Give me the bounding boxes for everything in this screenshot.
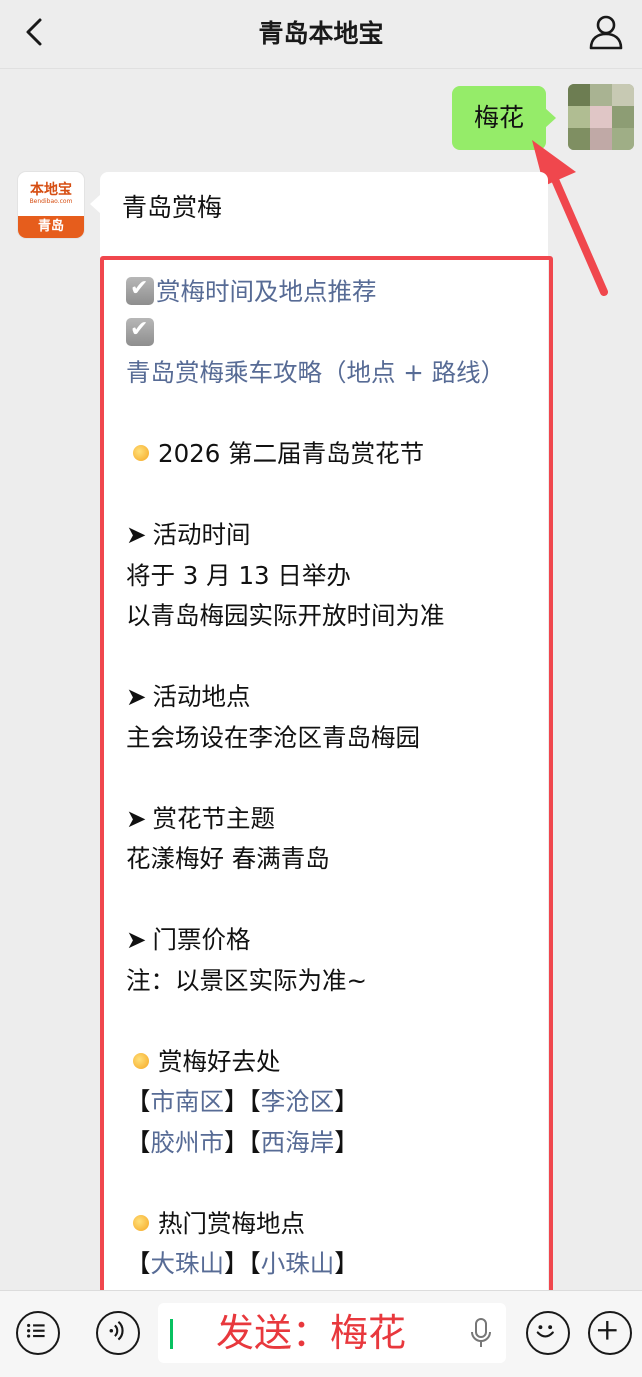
plus-icon — [597, 1320, 617, 1340]
emoji-button[interactable] — [526, 1311, 570, 1355]
district-links-row: 【市南区】【李沧区】 — [126, 1087, 359, 1116]
sun-icon — [126, 1208, 156, 1238]
input-value: 发送：梅花 — [216, 1311, 407, 1355]
arrowhead-icon: ➤ — [126, 925, 147, 954]
sun-icon — [126, 438, 156, 468]
section-heading: 热门赏梅地点 — [126, 1204, 535, 1245]
link-transport-guide[interactable]: 青岛赏梅乘车攻略（地点 + 路线） — [126, 358, 505, 387]
text-line: 花漾梅好 春满青岛 — [126, 844, 330, 873]
voice-button[interactable] — [96, 1311, 140, 1355]
more-button[interactable] — [588, 1311, 632, 1355]
smiley-icon — [536, 1325, 554, 1338]
arrowhead-icon: ➤ — [126, 520, 147, 549]
text-line: 将于 3 月 13 日举办 — [126, 560, 351, 590]
link-item[interactable]: 青岛赏梅乘车攻略（地点 + 路线） — [126, 313, 535, 394]
voice-wave-icon — [109, 1321, 124, 1341]
link-item[interactable]: 赏梅时间及地点推荐 — [126, 272, 535, 313]
input-bar: 发送：梅花 — [0, 1290, 642, 1377]
menu-button[interactable] — [16, 1311, 60, 1355]
text-line: 主会场设在李沧区青岛梅园 — [126, 722, 420, 752]
bendibao-logo: 本地宝 Bendibao.com — [29, 182, 73, 205]
chat-title: 青岛本地宝 — [258, 19, 384, 48]
arrowhead-icon: ➤ — [126, 682, 147, 711]
link-district[interactable]: 市南区 — [151, 1087, 225, 1116]
link-district[interactable]: 李沧区 — [261, 1087, 335, 1116]
section-heading: ➤ 赏花节主题 — [126, 799, 535, 840]
link-district[interactable]: 西海岸 — [261, 1128, 335, 1157]
bot-message-content: 赏梅时间及地点推荐 青岛赏梅乘车攻略（地点 + 路线） 2026 第二届青岛赏花… — [126, 272, 535, 1285]
link-hot-place[interactable]: 小珠山 — [261, 1249, 335, 1278]
section-heading: ➤ 门票价格 — [126, 920, 535, 961]
link-hot-place[interactable]: 大珠山 — [151, 1249, 225, 1278]
district-links-row: 【胶州市】【西海岸】 — [126, 1127, 359, 1157]
arrowhead-icon: ➤ — [126, 803, 147, 833]
text-line: 注：以景区实际为准~ — [126, 965, 368, 995]
list-icon — [27, 1323, 45, 1338]
text-cursor — [170, 1319, 173, 1349]
message-input[interactable]: 发送：梅花 — [158, 1303, 506, 1363]
chat-header: 青岛本地宝 — [0, 0, 642, 69]
festival-heading: 2026 第二届青岛赏花节 — [126, 434, 535, 475]
highlight-box: 赏梅时间及地点推荐 青岛赏梅乘车攻略（地点 + 路线） 2026 第二届青岛赏花… — [100, 256, 553, 1290]
section-heading: ➤ 活动地点 — [126, 677, 535, 718]
text-line: 以青岛梅园实际开放时间为准 — [126, 601, 445, 630]
hot-place-links-row: 【大珠山】【小珠山】 — [126, 1249, 359, 1278]
bot-avatar[interactable]: 本地宝 Bendibao.com 青岛 — [18, 172, 84, 238]
microphone-icon[interactable] — [470, 1317, 492, 1349]
checkbox-icon — [126, 275, 154, 305]
sun-icon — [126, 1046, 156, 1076]
link-district[interactable]: 胶州市 — [151, 1128, 225, 1157]
chat-area[interactable]: 梅花 本地宝 Bendibao.com 青岛 青岛赏梅 赏梅时间及地点推荐 青岛… — [0, 68, 642, 1290]
link-appreciation-time[interactable]: 赏梅时间及地点推荐 — [156, 277, 377, 306]
section-heading: ➤ 活动时间 — [126, 515, 535, 556]
bot-message-title: 青岛赏梅 — [122, 193, 223, 222]
person-icon[interactable] — [586, 12, 626, 52]
section-heading: 赏梅好去处 — [126, 1042, 535, 1083]
checkbox-icon — [126, 316, 154, 346]
